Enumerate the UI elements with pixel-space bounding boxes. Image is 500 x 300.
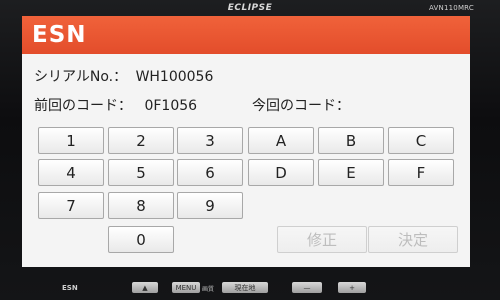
plus-button[interactable]: + — [338, 282, 366, 293]
serial-label: シリアルNo.： — [34, 69, 128, 85]
key-1[interactable]: 1 — [38, 127, 104, 154]
prev-code-row: 前回のコード： 0F1056 — [34, 95, 197, 115]
key-7[interactable]: 7 — [38, 192, 104, 219]
eject-button[interactable]: ▲ — [132, 282, 158, 293]
confirm-button[interactable]: 決定 — [368, 226, 458, 253]
key-e[interactable]: E — [318, 159, 384, 186]
device-bezel: ECLIPSE AVN110MRC ESN シリアルNo.： WH100056 … — [0, 0, 500, 300]
screen: ESN シリアルNo.： WH100056 前回のコード： 0F1056 今回の… — [22, 16, 470, 267]
key-6[interactable]: 6 — [177, 159, 243, 186]
key-3[interactable]: 3 — [177, 127, 243, 154]
key-9[interactable]: 9 — [177, 192, 243, 219]
key-a[interactable]: A — [248, 127, 314, 154]
key-b[interactable]: B — [318, 127, 384, 154]
menu-button[interactable]: MENU — [172, 282, 200, 293]
title-bar: ESN — [22, 16, 470, 54]
curr-code-label: 今回のコード： — [252, 98, 350, 114]
serial-value: WH100056 — [135, 69, 214, 85]
prev-code-value: 0F1056 — [144, 98, 198, 114]
curr-code-row: 今回のコード： — [252, 95, 350, 115]
current-location-button[interactable]: 現在地 — [222, 282, 268, 293]
key-4[interactable]: 4 — [38, 159, 104, 186]
key-f[interactable]: F — [388, 159, 454, 186]
brand-logo: ECLIPSE — [227, 3, 273, 13]
minus-button[interactable]: — — [292, 282, 322, 293]
key-2[interactable]: 2 — [108, 127, 174, 154]
page-title: ESN — [32, 22, 87, 48]
fix-button[interactable]: 修正 — [277, 226, 367, 253]
small-brand-logo: ESN — [62, 284, 78, 292]
key-0[interactable]: 0 — [108, 226, 174, 253]
serial-row: シリアルNo.： WH100056 — [34, 66, 213, 86]
key-8[interactable]: 8 — [108, 192, 174, 219]
key-d[interactable]: D — [248, 159, 314, 186]
model-label: AVN110MRC — [429, 4, 474, 12]
hardware-button-bar: ESN ▲ MENU 画質 現在地 — + — [0, 272, 500, 300]
key-5[interactable]: 5 — [108, 159, 174, 186]
key-c[interactable]: C — [388, 127, 454, 154]
prev-code-label: 前回のコード： — [34, 98, 132, 114]
quality-label: 画質 — [202, 286, 215, 293]
